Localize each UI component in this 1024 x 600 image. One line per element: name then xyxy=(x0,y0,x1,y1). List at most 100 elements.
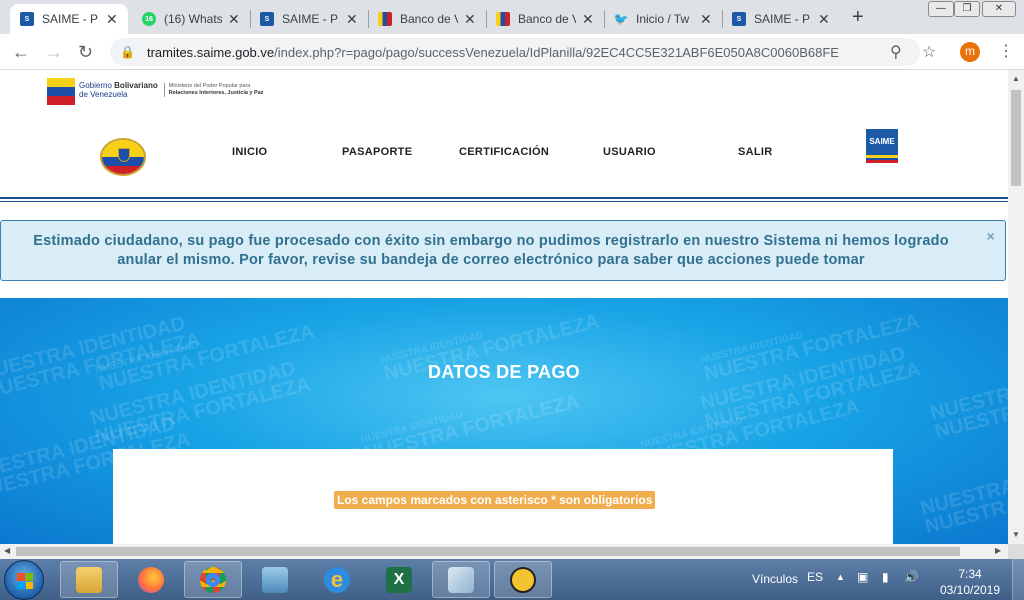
gobierno-bolivariano-logo: Gobierno Bolivariano de Venezuela Minist… xyxy=(47,76,264,105)
taskbar-chrome[interactable] xyxy=(184,561,242,598)
close-icon[interactable]: ✕ xyxy=(582,11,594,28)
tab-banco-2[interactable]: Banco de V ✕ xyxy=(486,4,604,34)
close-icon[interactable]: ✕ xyxy=(818,11,830,28)
header-divider xyxy=(0,197,1008,199)
saime-logo: SAIME xyxy=(866,129,898,155)
window-close-button[interactable]: ✕ xyxy=(982,1,1016,17)
zoom-icon[interactable]: ⚲ xyxy=(890,42,902,62)
close-icon[interactable]: ✕ xyxy=(346,11,358,28)
reload-icon[interactable]: ↻ xyxy=(78,42,93,63)
datos-pago-banner: NUESTRA IDENTIDAD NUESTRA FORTALEZA NUEST… xyxy=(0,298,1008,544)
nav-inicio[interactable]: INICIO xyxy=(232,146,267,158)
tab-banco-1[interactable]: Banco de V ✕ xyxy=(368,4,486,34)
tray-app-icon[interactable]: ▣ xyxy=(857,570,868,584)
vertical-scrollbar[interactable]: ▲ ▼ xyxy=(1008,70,1024,544)
nav-pasaporte[interactable]: PASAPORTE xyxy=(342,146,412,158)
links-toolbar-label[interactable]: Vínculos xyxy=(752,572,798,586)
taskbar-excel[interactable]: X xyxy=(370,561,428,598)
whatsapp-icon: 16 xyxy=(142,12,156,26)
windows-taskbar: e X Vínculos ES ▲ ▣ ▮ 🔊 xyxy=(0,559,1024,600)
globe-icon xyxy=(510,566,536,593)
taskbar-firefox[interactable] xyxy=(122,561,180,598)
watermark-text: NUESTRA IDENTIDADNUESTRA FORTALEZA xyxy=(918,447,1008,539)
tab-title: Banco de V xyxy=(400,12,458,26)
required-fields-note: Los campos marcados con asterisco * son … xyxy=(334,491,656,509)
close-icon[interactable]: × xyxy=(987,227,995,246)
scroll-down-icon[interactable]: ▼ xyxy=(1012,530,1020,539)
tab-title: SAIME - P xyxy=(282,12,339,26)
url-path: /index.php?r=pago/pago/successVenezuela/… xyxy=(274,44,839,60)
alert-text: Estimado ciudadano, su pago fue procesad… xyxy=(33,233,949,268)
horizontal-scroll-thumb[interactable] xyxy=(16,547,960,556)
volume-icon[interactable]: 🔊 xyxy=(904,570,919,584)
url-host: tramites.saime.gob.ve xyxy=(146,44,275,60)
lock-icon[interactable]: 🔒 xyxy=(120,45,135,59)
saime-logo-stripe xyxy=(866,155,898,163)
gov-text: Gobierno Bolivariano de Venezuela xyxy=(79,81,158,99)
taskbar-clock[interactable]: 7:34 03/10/2019 xyxy=(935,566,1005,598)
folder-icon xyxy=(76,566,102,593)
excel-icon: X xyxy=(386,566,412,593)
vertical-scroll-thumb[interactable] xyxy=(1011,90,1021,186)
close-icon[interactable]: ✕ xyxy=(700,11,712,28)
start-button[interactable] xyxy=(4,560,44,600)
star-icon[interactable]: ☆ xyxy=(922,42,936,62)
tab-whatsapp[interactable]: 16 (16) WhatsApp ✕ xyxy=(132,4,250,34)
chrome-icon xyxy=(200,566,226,593)
windows-logo-icon xyxy=(17,573,33,589)
scroll-up-icon[interactable]: ▲ xyxy=(1012,74,1020,83)
page-title: DATOS DE PAGO xyxy=(428,362,580,382)
tab-saime-2[interactable]: S SAIME - P ✕ xyxy=(250,4,368,34)
new-tab-button[interactable]: + xyxy=(852,6,864,29)
restore-button[interactable]: ❐ xyxy=(954,1,980,17)
venezuela-flag-icon xyxy=(47,76,75,105)
media-player-icon xyxy=(262,566,288,593)
browser-tab-strip: S SAIME - P ✕ 16 (16) WhatsApp ✕ S SAIME… xyxy=(0,0,1024,34)
taskbar-internet-explorer[interactable]: e xyxy=(308,561,366,598)
taskbar-media-player[interactable] xyxy=(246,561,304,598)
gov-line1: Gobierno xyxy=(79,81,112,90)
back-arrow-icon[interactable]: ← xyxy=(12,42,30,63)
close-icon[interactable]: ✕ xyxy=(228,11,240,28)
scroll-corner xyxy=(1008,544,1024,559)
ministry-line2: Relaciones Interiores, Justicia y Paz xyxy=(168,90,264,96)
browser-toolbar: ← → ↻ 🔒 tramites.saime.gob.ve /index.php… xyxy=(0,34,1024,70)
show-desktop-button[interactable] xyxy=(1012,559,1024,600)
language-indicator[interactable]: ES xyxy=(807,570,823,584)
national-seal-icon[interactable] xyxy=(100,138,146,176)
minimize-button[interactable]: — xyxy=(928,1,954,17)
nav-salir[interactable]: SALIR xyxy=(738,146,773,158)
tab-saime-3[interactable]: S SAIME - P ✕ xyxy=(722,4,840,34)
saime-icon: S xyxy=(260,12,274,26)
ministry-text: Ministerio del Poder Popular para Relaci… xyxy=(163,83,264,97)
tab-title: Inicio / Tw xyxy=(636,12,690,26)
close-icon[interactable]: ✕ xyxy=(106,11,118,28)
horizontal-scrollbar[interactable]: ◀ ▶ xyxy=(0,544,1008,559)
tab-twitter[interactable]: 🐦 Inicio / Tw ✕ xyxy=(604,4,722,34)
taskbar-file-explorer[interactable] xyxy=(60,561,118,598)
bank-icon xyxy=(496,12,510,26)
taskbar-notepad[interactable] xyxy=(432,561,490,598)
saime-icon: S xyxy=(20,12,34,26)
clock-time: 7:34 xyxy=(958,567,982,581)
tab-title: SAIME - P xyxy=(754,12,811,26)
notepad-icon xyxy=(448,566,474,593)
menu-kebab-icon[interactable]: ⋮ xyxy=(998,41,1014,61)
forward-arrow-icon[interactable]: → xyxy=(45,42,63,63)
twitter-icon: 🐦 xyxy=(613,12,629,26)
payment-form-card: Los campos marcados con asterisco * son … xyxy=(113,449,893,544)
taskbar-globe-app[interactable] xyxy=(494,561,552,598)
network-icon[interactable]: ▮ xyxy=(882,570,889,584)
chevron-up-icon[interactable]: ▲ xyxy=(836,572,845,582)
scroll-left-icon[interactable]: ◀ xyxy=(4,546,10,555)
profile-avatar[interactable]: m xyxy=(960,42,980,62)
nav-certificacion[interactable]: CERTIFICACIÓN xyxy=(459,146,549,158)
saime-icon: S xyxy=(732,12,746,26)
tab-title: SAIME - P xyxy=(42,12,99,26)
scroll-right-icon[interactable]: ▶ xyxy=(995,546,1001,555)
alert-message-box: Estimado ciudadano, su pago fue procesad… xyxy=(0,220,1006,281)
address-bar[interactable]: 🔒 tramites.saime.gob.ve /index.php?r=pag… xyxy=(110,38,920,66)
tab-saime-1[interactable]: S SAIME - P ✕ xyxy=(10,4,128,34)
nav-usuario[interactable]: USUARIO xyxy=(603,146,656,158)
close-icon[interactable]: ✕ xyxy=(464,11,476,28)
